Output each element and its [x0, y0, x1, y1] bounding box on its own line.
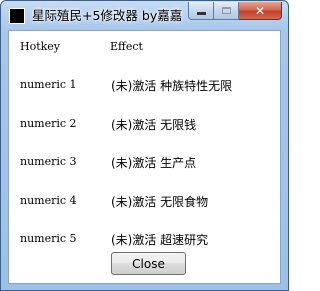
hotkey-cell: numeric 1: [20, 78, 77, 91]
effect-cell: (未)激活 无限钱: [111, 118, 197, 132]
close-icon: ✕: [254, 3, 266, 18]
close-button[interactable]: Close: [111, 252, 186, 275]
title-bar[interactable]: 星际殖民+5修改器 by嘉嘉 ✕: [1, 1, 288, 31]
effect-cell: (未)激活 无限食物: [111, 195, 209, 209]
effect-cell: (未)激活 超速研究: [111, 233, 209, 247]
window-title: 星际殖民+5修改器 by嘉嘉: [32, 8, 183, 23]
effect-cell: (未)激活 生产点: [111, 156, 197, 170]
minimize-button[interactable]: [188, 2, 214, 20]
hotkey-cell: numeric 5: [20, 232, 77, 245]
app-icon: [9, 8, 25, 24]
maximize-button: [214, 2, 239, 20]
hotkey-column-header: Hotkey: [20, 40, 61, 53]
hotkey-cell: numeric 2: [20, 117, 77, 130]
effect-column-header: Effect: [110, 40, 143, 53]
caption-buttons: ✕: [188, 2, 282, 21]
client-area: Hotkey Effect numeric 1 (未)激活 种族特性无限 num…: [8, 30, 281, 284]
hotkey-cell: numeric 4: [20, 194, 77, 207]
minimize-icon: [196, 12, 206, 15]
effect-cell: (未)激活 种族特性无限: [111, 79, 233, 93]
close-window-button[interactable]: ✕: [239, 2, 282, 20]
hotkey-cell: numeric 3: [20, 155, 77, 168]
maximize-icon: [221, 7, 231, 14]
trainer-window: 星际殖民+5修改器 by嘉嘉 ✕ Hotkey Effect numeric 1…: [0, 0, 289, 291]
